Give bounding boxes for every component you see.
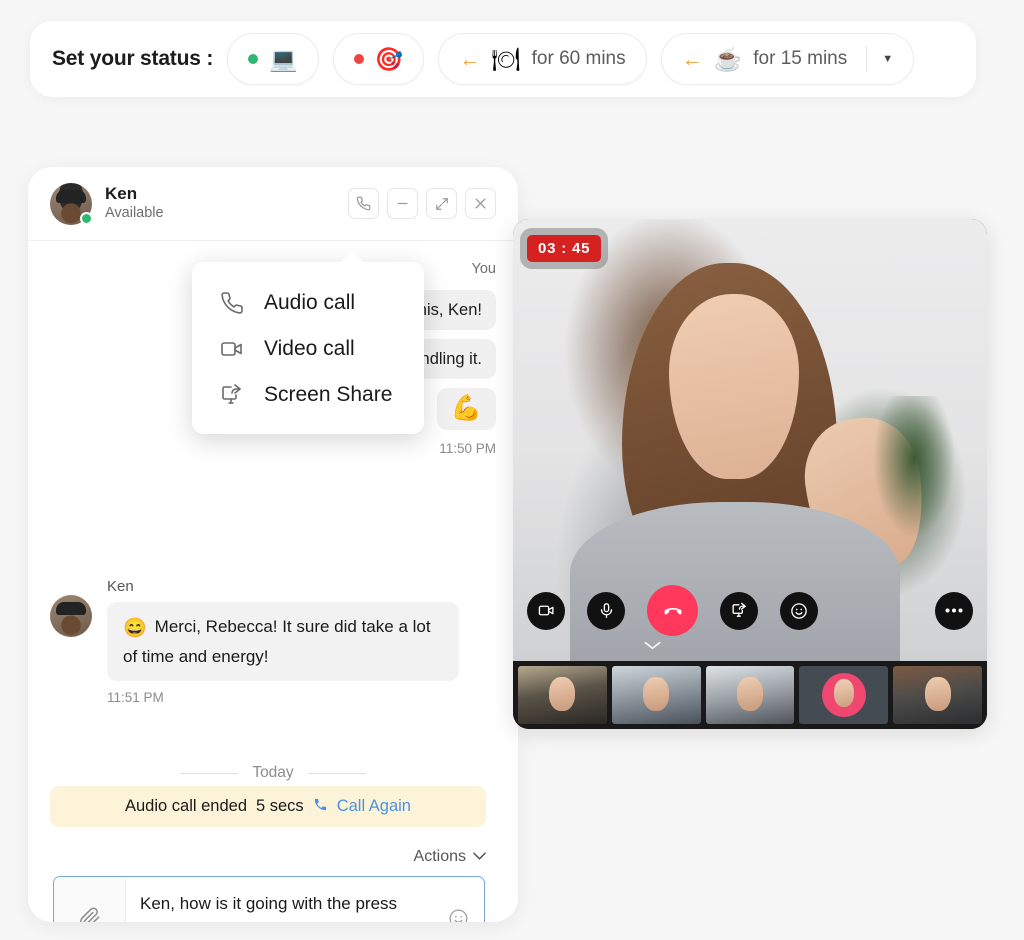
phone-icon <box>220 291 246 315</box>
app-root: Set your status : 💻 🎯 ← 🍽 for 60 mins ← … <box>0 0 1024 940</box>
call-duration: 5 secs <box>256 797 304 815</box>
message-group-incoming: Ken 😄 Merci, Rebecca! It sure did take a … <box>50 578 496 705</box>
reactions-button[interactable] <box>780 591 818 630</box>
menu-item-audio-call[interactable]: Audio call <box>192 280 424 326</box>
toggle-mic-button[interactable] <box>587 591 625 630</box>
divider-line-left <box>180 772 239 774</box>
more-options-button[interactable] <box>935 591 973 630</box>
coffee-cup-icon: ☕ <box>713 45 743 72</box>
menu-item-video-call[interactable]: Video call <box>192 326 424 372</box>
outgoing-timestamp: 11:50 PM <box>439 441 496 456</box>
background-plant <box>873 395 954 536</box>
chat-header: Ken Available <box>28 167 518 241</box>
call-options-menu: Audio call Video call Screen Share <box>192 251 424 434</box>
message-input[interactable]: Ken, how is it going with the press stat… <box>126 877 432 922</box>
status-dot-green <box>248 54 259 64</box>
target-icon: 🎯 <box>374 45 404 72</box>
message-bubble-outgoing-emoji: 💪 <box>436 388 496 430</box>
call-button[interactable] <box>348 188 379 219</box>
incoming-sender-name: Ken <box>107 578 134 595</box>
status-option-working-on-laptop[interactable]: 💻 <box>227 33 319 85</box>
smiley-icon[interactable] <box>432 877 484 922</box>
chevron-down-icon <box>473 851 486 863</box>
divider <box>866 46 868 72</box>
status-option-at-lunch-label: for 60 mins <box>531 48 626 69</box>
menu-item-label: Screen Share <box>264 383 393 406</box>
grinning-face-icon: 😄 <box>123 618 147 639</box>
participant-strip <box>513 661 987 729</box>
participant-thumbnail[interactable] <box>611 666 701 724</box>
divider-line-right <box>307 772 366 774</box>
participant-thumbnail[interactable] <box>893 666 982 724</box>
actions-label: Actions <box>413 848 466 865</box>
toggle-camera-button[interactable] <box>527 591 565 630</box>
laptop-icon: 💻 <box>269 45 298 72</box>
participant-thumbnail[interactable] <box>799 666 889 724</box>
arrow-left-icon: ← <box>681 47 703 71</box>
paperclip-icon[interactable] <box>54 877 126 922</box>
contact-name: Ken <box>105 184 138 204</box>
minimize-button[interactable] <box>387 188 418 219</box>
expand-controls-chevron[interactable] <box>644 637 661 655</box>
call-controls <box>513 585 987 636</box>
chevron-down-icon[interactable]: ▼ <box>882 53 893 65</box>
video-call-window: 03 : 45 <box>513 219 987 729</box>
menu-item-label: Audio call <box>264 291 356 314</box>
incoming-timestamp: 11:51 PM <box>107 690 164 705</box>
status-option-focusing[interactable]: 🎯 <box>332 33 425 85</box>
actions-dropdown[interactable]: Actions <box>414 848 486 866</box>
incoming-avatar <box>50 595 92 637</box>
contact-info: Ken Available <box>105 184 164 222</box>
hangup-button[interactable] <box>647 585 698 636</box>
food-cover-icon: 🍽 <box>491 45 521 72</box>
call-again-link[interactable]: Call Again <box>337 797 411 816</box>
menu-item-label: Video call <box>264 337 355 360</box>
video-camera-icon <box>220 337 246 361</box>
date-divider: Today <box>50 764 496 782</box>
menu-item-screen-share[interactable]: Screen Share <box>192 372 424 418</box>
phone-icon <box>313 797 328 817</box>
chat-header-actions <box>348 188 496 219</box>
status-option-coffee-break-label: for 15 mins <box>753 48 848 69</box>
screen-share-button[interactable] <box>720 591 758 630</box>
message-composer: Ken, how is it going with the press stat… <box>53 876 485 922</box>
message-bubble-incoming: 😄 Merci, Rebecca! It sure did take a lot … <box>107 602 459 681</box>
date-divider-label: Today <box>252 764 294 781</box>
contact-status: Available <box>105 204 164 221</box>
expand-button[interactable] <box>426 188 457 219</box>
participant-thumbnail[interactable] <box>705 666 795 724</box>
arrow-left-icon: ← <box>459 47 481 71</box>
participant-thumbnail[interactable] <box>518 666 607 724</box>
status-dot-red <box>353 54 364 64</box>
status-option-at-lunch[interactable]: ← 🍽 for 60 mins <box>438 33 647 85</box>
set-status-bar: Set your status : 💻 🎯 ← 🍽 for 60 mins ← … <box>30 21 976 97</box>
screen-share-icon <box>220 383 246 407</box>
status-option-coffee-break[interactable]: ← ☕ for 15 mins ▼ <box>660 33 915 85</box>
incoming-message-text: Merci, Rebecca! It sure did take a lot o… <box>123 617 431 666</box>
presence-indicator <box>80 211 93 225</box>
call-ended-text: Audio call ended <box>124 797 247 815</box>
call-ended-banner: Audio call ended 5 secs Call Again <box>50 786 486 827</box>
call-timer: 03 : 45 <box>527 235 602 262</box>
set-status-label: Set your status : <box>52 47 214 70</box>
outgoing-sender-label: You <box>471 261 496 277</box>
close-button[interactable] <box>465 188 496 219</box>
avatar <box>50 182 93 225</box>
